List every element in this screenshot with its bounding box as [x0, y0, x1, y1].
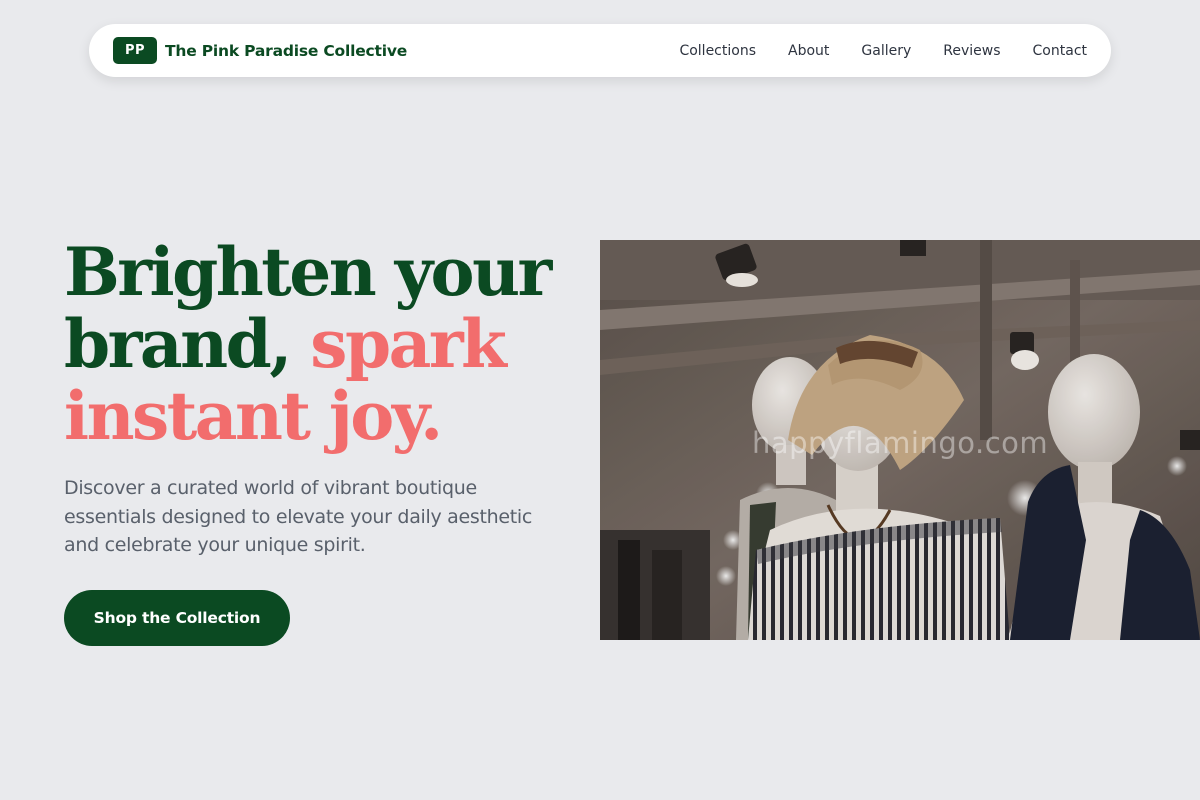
nav-link-contact[interactable]: Contact: [1033, 43, 1087, 59]
nav-link-gallery[interactable]: Gallery: [861, 43, 911, 59]
hero-headline: Brighten your brand, spark instant joy.: [64, 236, 584, 452]
shop-collection-button[interactable]: Shop the Collection: [64, 590, 290, 646]
hero-description: Discover a curated world of vibrant bout…: [64, 477, 533, 556]
hero-photo: happyflamingo.com: [600, 240, 1200, 640]
brand-logo-link[interactable]: PP The Pink Paradise Collective: [113, 37, 407, 64]
nav-link-collections[interactable]: Collections: [679, 43, 756, 59]
nav-links: Collections About Gallery Reviews Contac…: [679, 43, 1087, 59]
nav-link-reviews[interactable]: Reviews: [943, 43, 1000, 59]
top-navbar: PP The Pink Paradise Collective Collecti…: [89, 24, 1111, 77]
photo-watermark: happyflamingo.com: [752, 426, 1049, 460]
logo-badge: PP: [113, 37, 157, 64]
brand-name: The Pink Paradise Collective: [165, 41, 408, 60]
nav-link-about[interactable]: About: [788, 43, 829, 59]
